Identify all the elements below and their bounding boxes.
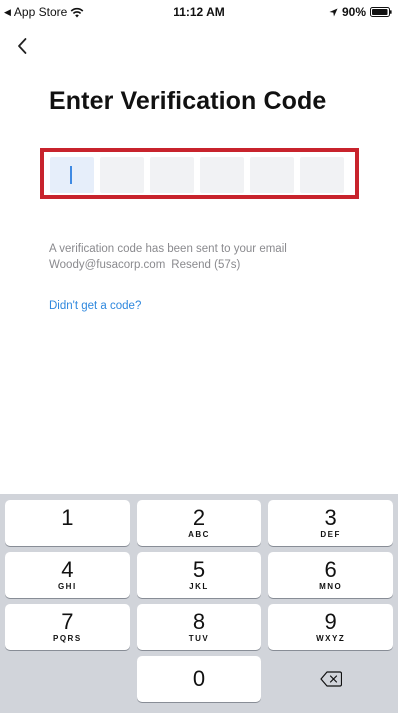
- chevron-left-icon: [18, 38, 27, 54]
- code-digit-box[interactable]: [150, 157, 194, 193]
- code-digit-box[interactable]: [300, 157, 344, 193]
- text-cursor: [70, 166, 72, 184]
- key-digit: 5: [192, 557, 206, 582]
- info-line: A verification code has been sent to you…: [49, 243, 287, 255]
- code-digit-box[interactable]: [250, 157, 294, 193]
- key-6[interactable]: 6 MNO: [268, 552, 393, 598]
- key-digit: 6: [324, 557, 337, 582]
- key-2[interactable]: 2 ABC: [136, 500, 262, 546]
- key-digit: 0: [192, 666, 206, 691]
- key-3[interactable]: 3 DEF: [268, 500, 393, 546]
- resend-link[interactable]: Resend (57s): [171, 257, 240, 273]
- key-digit: 1: [61, 505, 74, 530]
- key-letters: DEF: [320, 530, 341, 539]
- code-digit-box[interactable]: [100, 157, 144, 193]
- battery-percent: 90%: [341, 5, 366, 19]
- backspace-icon: [320, 671, 342, 687]
- code-digit-box[interactable]: [50, 157, 94, 193]
- numeric-keypad: 1 2 ABC 3 DEF 4 GHI 5 JKL 6 MNO 7 PQRS 8…: [0, 494, 398, 713]
- info-line-email: Woody@fusacorp.com Resend (57s): [49, 257, 287, 273]
- key-letters: JKL: [189, 582, 209, 591]
- key-letters: WXYZ: [316, 634, 346, 643]
- status-right: 90%: [329, 5, 392, 19]
- page-title: Enter Verification Code: [49, 87, 327, 115]
- delete-key[interactable]: [268, 656, 393, 702]
- key-0[interactable]: 0: [136, 656, 262, 702]
- key-8[interactable]: 8 TUV: [136, 604, 262, 650]
- key-7[interactable]: 7 PQRS: [5, 604, 130, 650]
- key-digit: 2: [192, 505, 206, 530]
- status-bar: ◀ App Store 11:12 AM 90%: [0, 0, 398, 26]
- key-letters: GHI: [57, 582, 77, 591]
- key-letters: PQRS: [52, 634, 82, 643]
- battery-icon: [370, 7, 392, 17]
- key-digit: 8: [192, 609, 206, 634]
- key-letters: MNO: [319, 582, 343, 591]
- key-5[interactable]: 5 JKL: [136, 552, 262, 598]
- didnt-get-code-link[interactable]: Didn't get a code?: [49, 300, 141, 312]
- code-input-group[interactable]: [50, 157, 344, 193]
- location-arrow-icon: [329, 7, 338, 17]
- email-address: Woody@fusacorp.com: [49, 259, 166, 271]
- key-digit: 4: [61, 557, 74, 582]
- key-digit: 3: [324, 505, 337, 530]
- keypad-empty-slot: [5, 656, 130, 702]
- key-letters: TUV: [188, 634, 210, 643]
- code-digit-box[interactable]: [200, 157, 244, 193]
- key-1[interactable]: 1: [5, 500, 130, 546]
- key-9[interactable]: 9 WXYZ: [268, 604, 393, 650]
- key-digit: 9: [324, 609, 337, 634]
- key-4[interactable]: 4 GHI: [5, 552, 130, 598]
- verification-info: A verification code has been sent to you…: [49, 241, 287, 273]
- key-letters: ABC: [188, 530, 210, 539]
- back-button[interactable]: [10, 34, 34, 58]
- key-digit: 7: [61, 609, 74, 634]
